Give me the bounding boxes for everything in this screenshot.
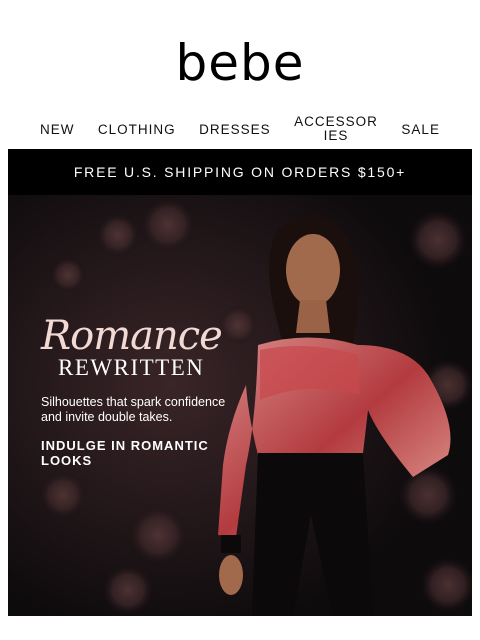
hero-banner[interactable]: Romance REWRITTEN Silhouettes that spark… (8, 195, 472, 616)
hero-cta[interactable]: INDULGE IN ROMANTIC LOOKS (41, 438, 241, 468)
hero-copy: Romance REWRITTEN Silhouettes that spark… (41, 315, 241, 468)
nav-item-sale[interactable]: SALE (401, 122, 440, 137)
free-shipping-banner[interactable]: FREE U.S. SHIPPING ON ORDERS $150+ (8, 149, 472, 195)
nav-item-new[interactable]: NEW (40, 122, 75, 137)
nav-item-dresses[interactable]: DRESSES (199, 122, 271, 137)
nav-item-accessories[interactable]: ACCESSORIES (294, 115, 378, 143)
nav-item-clothing[interactable]: CLOTHING (98, 122, 176, 137)
hero-tagline: Silhouettes that spark confidence and in… (41, 395, 226, 424)
hero-script-title: Romance (41, 313, 223, 359)
main-nav: NEW CLOTHING DRESSES ACCESSORIES SALE (40, 112, 440, 146)
brand-logo[interactable]: bebe (0, 36, 480, 90)
